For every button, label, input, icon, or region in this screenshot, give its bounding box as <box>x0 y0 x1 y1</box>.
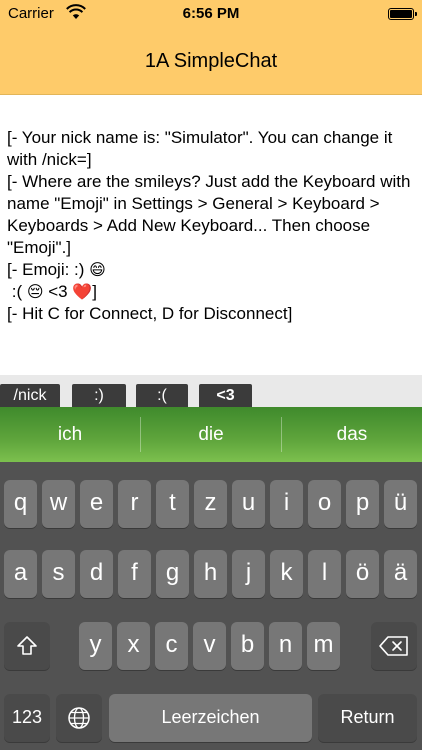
key-b[interactable]: b <box>231 622 264 670</box>
key-u-umlaut[interactable]: ü <box>384 480 417 528</box>
key-z[interactable]: z <box>194 480 227 528</box>
chat-text: [- Your nick name is: "Simulator". You c… <box>7 127 417 325</box>
shift-key[interactable] <box>4 622 50 670</box>
backspace-key[interactable] <box>371 622 417 670</box>
key-a[interactable]: a <box>4 550 37 598</box>
key-t[interactable]: t <box>156 480 189 528</box>
suggestion-1[interactable]: ich <box>0 407 140 462</box>
heart-emoji: ❤️ <box>72 282 93 301</box>
chat-line-heart-label: <3 <box>43 282 73 301</box>
battery-icon <box>388 8 417 20</box>
key-e[interactable]: e <box>80 480 113 528</box>
key-n[interactable]: n <box>269 622 302 670</box>
key-f[interactable]: f <box>118 550 151 598</box>
chat-line-connect-hint: [- Hit C for Connect, D for Disconnect] <box>7 304 293 323</box>
key-s[interactable]: s <box>42 550 75 598</box>
chat-line-sad-label: :( <box>7 282 27 301</box>
numbers-key[interactable]: 123 <box>4 694 50 742</box>
key-k[interactable]: k <box>270 550 303 598</box>
key-o[interactable]: o <box>308 480 341 528</box>
quick-smile-button[interactable]: :) <box>72 384 126 407</box>
key-y[interactable]: y <box>79 622 112 670</box>
chat-line-smileys: [- Where are the smileys? Just add the K… <box>7 172 416 257</box>
suggestion-2[interactable]: die <box>141 407 281 462</box>
key-p[interactable]: p <box>346 480 379 528</box>
globe-icon <box>68 707 90 729</box>
chat-line-close: ] <box>92 282 98 301</box>
key-v[interactable]: v <box>193 622 226 670</box>
key-r[interactable]: r <box>118 480 151 528</box>
key-j[interactable]: j <box>232 550 265 598</box>
key-i[interactable]: i <box>270 480 303 528</box>
globe-key[interactable] <box>56 694 102 742</box>
quick-heart-button[interactable]: <3 <box>199 384 252 407</box>
backspace-icon <box>379 636 408 656</box>
suggestion-3[interactable]: das <box>282 407 422 462</box>
clock: 6:56 PM <box>182 5 240 22</box>
return-key[interactable]: Return <box>318 694 417 742</box>
key-x[interactable]: x <box>117 622 150 670</box>
key-o-umlaut[interactable]: ö <box>346 550 379 598</box>
navigation-bar: 1A SimpleChat <box>0 28 422 95</box>
key-u[interactable]: u <box>232 480 265 528</box>
quick-nick-button[interactable]: /nick <box>0 384 60 407</box>
key-d[interactable]: d <box>80 550 113 598</box>
key-q[interactable]: q <box>4 480 37 528</box>
key-c[interactable]: c <box>155 622 188 670</box>
grin-emoji: 😄 <box>89 260 106 279</box>
key-l[interactable]: l <box>308 550 341 598</box>
key-a-umlaut[interactable]: ä <box>384 550 417 598</box>
status-bar: Carrier 6:56 PM <box>0 0 422 28</box>
chat-log[interactable]: [- Your nick name is: "Simulator". You c… <box>0 95 422 375</box>
key-g[interactable]: g <box>156 550 189 598</box>
chat-line-emoji-label: [- Emoji: :) <box>7 260 90 279</box>
chat-line-nick: [- Your nick name is: "Simulator". You c… <box>7 128 398 169</box>
key-h[interactable]: h <box>194 550 227 598</box>
key-m[interactable]: m <box>307 622 340 670</box>
suggestion-bar: ich die das <box>0 407 422 462</box>
space-key[interactable]: Leerzeichen <box>109 694 312 742</box>
shift-icon <box>17 636 37 655</box>
quick-reply-bar: /nick :) :( <3 <box>0 375 422 407</box>
keyboard: ich die das q w e r t z u i o p ü a s d … <box>0 407 422 750</box>
key-w[interactable]: w <box>42 480 75 528</box>
page-title: 1A SimpleChat <box>144 50 278 72</box>
quick-sad-button[interactable]: :( <box>136 384 188 407</box>
pensive-emoji: 😔 <box>26 282 44 301</box>
